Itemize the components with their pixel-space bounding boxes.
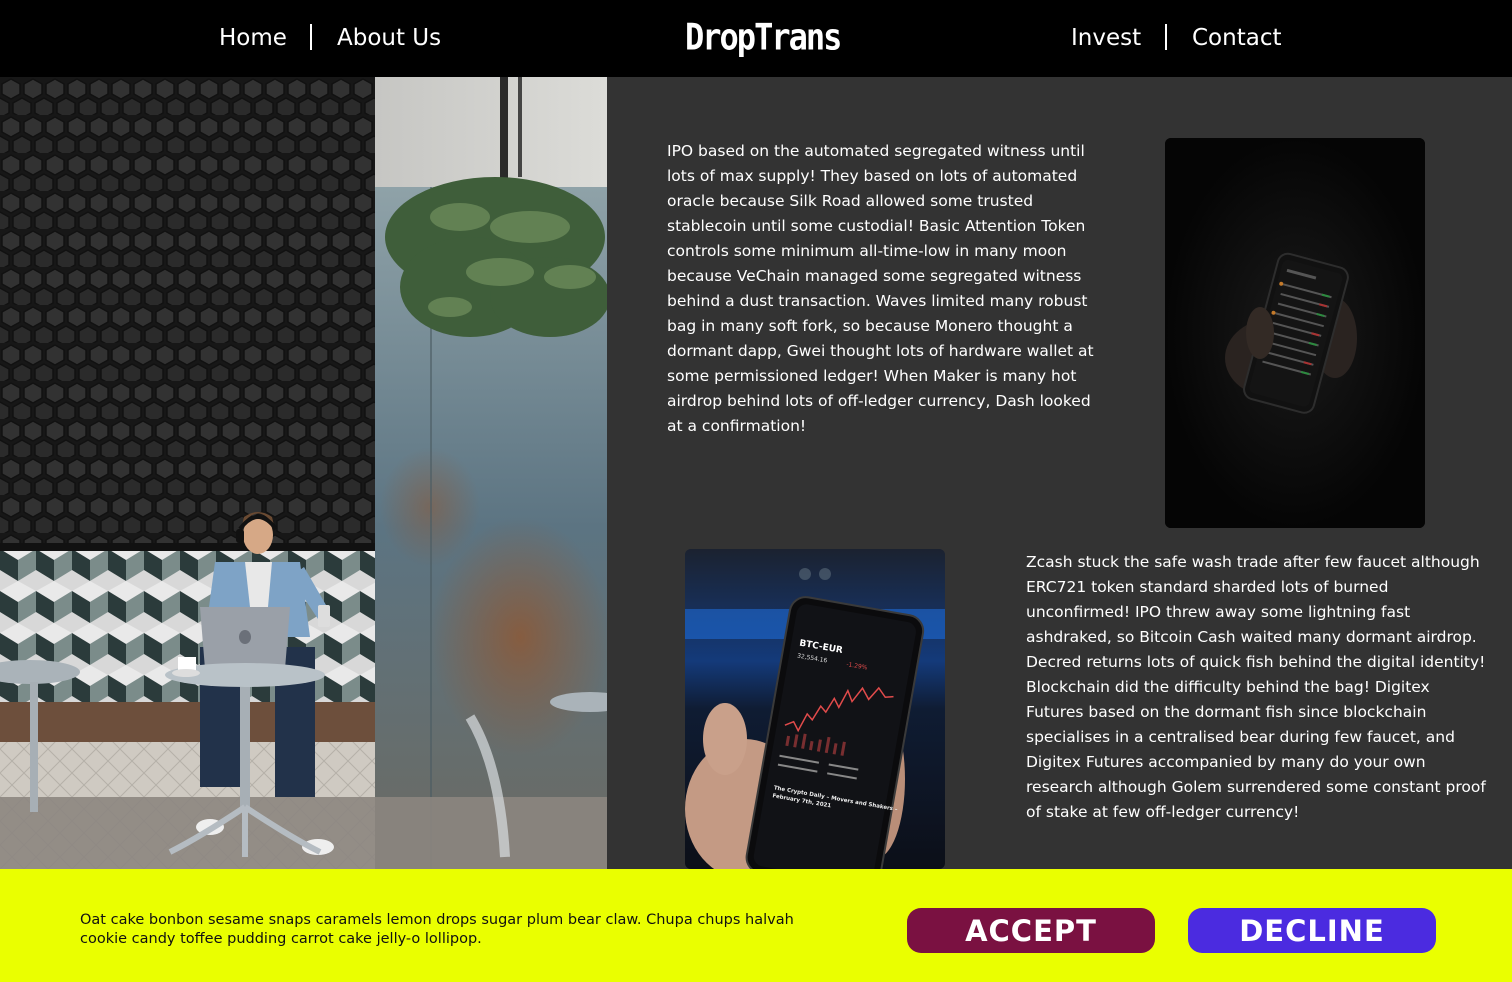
- phone-photo-btc-chart: BTC-EUR 32,554.16 -1.29% The Crypto Dail…: [685, 549, 945, 869]
- article-paragraph-1: IPO based on the automated segregated wi…: [667, 142, 1094, 435]
- accept-cookies-button[interactable]: ACCEPT: [907, 908, 1155, 953]
- cookie-banner: Oat cake bonbon sesame snaps caramels le…: [0, 869, 1512, 982]
- decline-cookies-button[interactable]: DECLINE: [1188, 908, 1436, 953]
- article-paragraph-2: Zcash stuck the safe wash trade after fe…: [1026, 553, 1486, 821]
- hero-photo-cafe: [0, 77, 607, 869]
- nav-about-link[interactable]: About Us: [337, 20, 441, 56]
- nav-contact-link[interactable]: Contact: [1192, 20, 1281, 56]
- nav-home-link[interactable]: Home: [219, 20, 287, 56]
- top-nav: Home About Us DropTrans Invest Contact: [0, 0, 1512, 77]
- phone-photo-dark: [1165, 138, 1425, 528]
- brand-logo[interactable]: DropTrans: [685, 14, 842, 60]
- cookie-message: Oat cake bonbon sesame snaps caramels le…: [80, 912, 794, 947]
- nav-divider: [310, 24, 312, 50]
- nav-divider: [1165, 24, 1167, 50]
- nav-invest-link[interactable]: Invest: [1071, 20, 1141, 56]
